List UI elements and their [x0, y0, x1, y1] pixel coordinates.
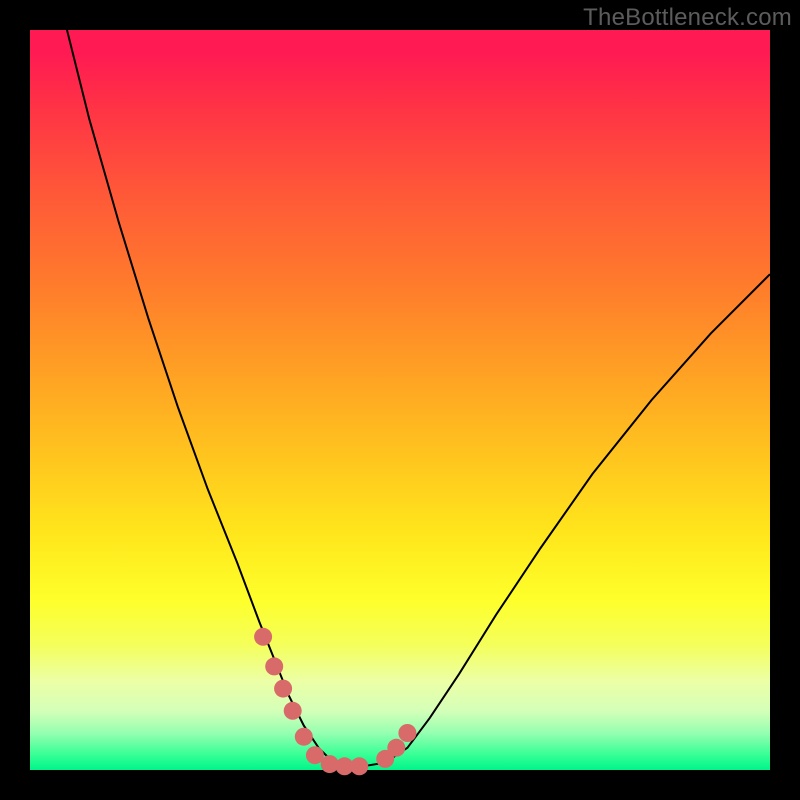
marker-point	[295, 728, 313, 746]
marker-point	[350, 757, 368, 775]
marker-point	[265, 657, 283, 675]
marker-point	[254, 628, 272, 646]
marker-point	[387, 739, 405, 757]
bottleneck-curve	[67, 30, 770, 766]
marker-group	[254, 628, 416, 776]
marker-point	[398, 724, 416, 742]
chart-svg	[30, 30, 770, 770]
watermark-text: TheBottleneck.com	[583, 4, 792, 32]
marker-point	[284, 702, 302, 720]
chart-frame: TheBottleneck.com	[0, 0, 800, 800]
plot-area	[30, 30, 770, 770]
marker-point	[274, 680, 292, 698]
